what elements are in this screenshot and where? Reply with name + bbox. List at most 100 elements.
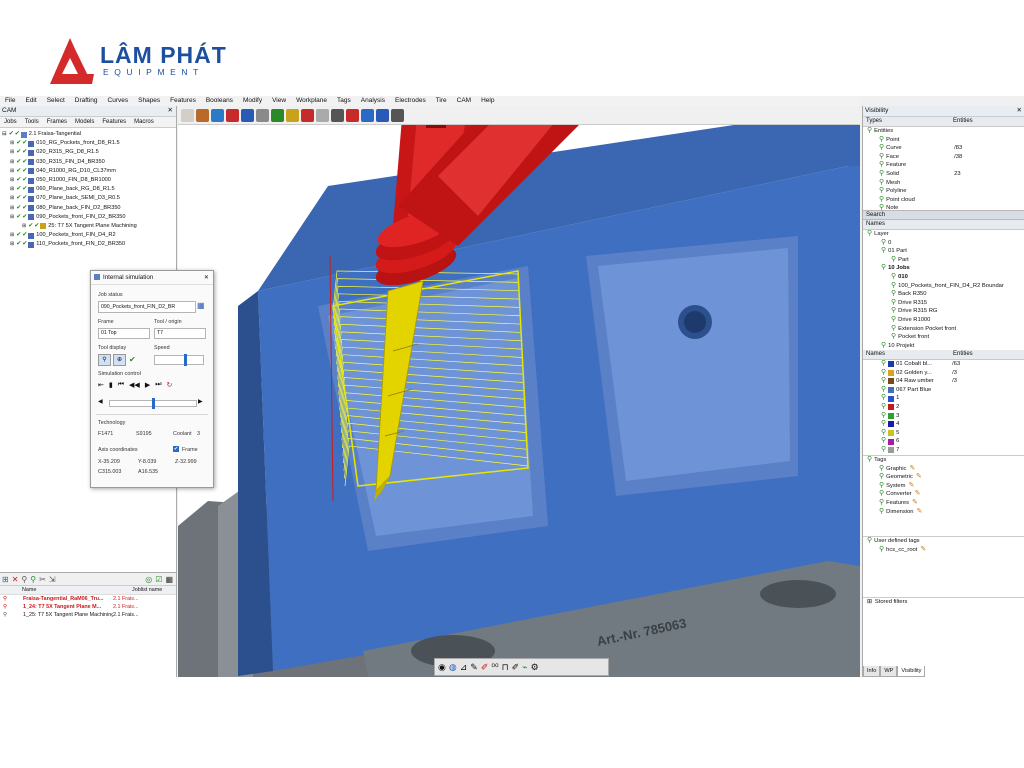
job-list-row[interactable]: ⚲ 1_24: T7 5X Tangent Plane M... 2.1 Frais…	[0, 603, 176, 611]
menu-item-drafting[interactable]: Drafting	[70, 96, 103, 106]
color-row[interactable]: ⚲ 3	[863, 412, 1024, 421]
color-row[interactable]: ⚲ 01 Cobalt bl.../63	[863, 360, 1024, 369]
job-item[interactable]: ⊞ ✔ ✔ 020_R315_RG_D8_R1.5	[2, 148, 176, 157]
add-icon[interactable]: ⊞	[2, 575, 9, 584]
grid-icon[interactable]: ▦	[165, 575, 173, 584]
tag-row[interactable]: ⚲ Dimension ✎	[863, 508, 1024, 517]
expand-icon[interactable]: ⊞	[22, 222, 26, 231]
next-icon[interactable]: ▶	[198, 398, 203, 405]
expand-icon[interactable]: ⊞	[10, 185, 14, 194]
type-row[interactable]: ⚲ Polyline	[863, 187, 1024, 196]
visibility-pin-icon[interactable]: ⚲	[879, 482, 884, 491]
tab-frames[interactable]: Frames	[43, 117, 71, 127]
globe-icon[interactable]: ◎	[145, 575, 152, 584]
visibility-pin-icon[interactable]: ⚲	[881, 342, 886, 350]
visibility-pin-icon[interactable]: ⚲	[867, 230, 872, 239]
menu-item-tire[interactable]: Tire	[431, 96, 452, 106]
check-icon[interactable]: ✔	[16, 176, 21, 185]
job-item[interactable]: ⊞ ✔ ✔ 090_Pockets_front_FIN_D2_BR350	[2, 213, 176, 222]
layer-row[interactable]: ⚲ 010	[863, 273, 1024, 282]
3d-viewport[interactable]: Art.-Nr. 785063 ◉ ◍ ⊿ ✎ ✐ ⁰⁰ ⊓ ✐ ⌁ ⚙	[178, 106, 860, 677]
job-item[interactable]: ⊞ ✔ ✔ 030_R315_FIN_D4_BR350	[2, 158, 176, 167]
tab-jobs[interactable]: Jobs	[0, 117, 21, 127]
visibility-pin-icon[interactable]: ⚲	[881, 437, 886, 446]
visibility-pin-icon[interactable]: ⚲	[867, 127, 872, 136]
tag-row[interactable]: ⚲ Graphic ✎	[863, 465, 1024, 474]
type-row[interactable]: ⚲ Solid 23	[863, 170, 1024, 179]
menu-item-features[interactable]: Features	[165, 96, 201, 106]
edit-icon[interactable]: ✎	[915, 490, 921, 499]
tab-wp[interactable]: WP	[880, 666, 898, 677]
rotate-icon[interactable]	[211, 108, 224, 122]
color-row[interactable]: ⚲ 1	[863, 394, 1024, 403]
progress-slider[interactable]	[109, 398, 197, 409]
visibility-pin-icon[interactable]: ⚲	[881, 247, 886, 256]
check-icon[interactable]: ✔	[22, 194, 27, 203]
globe-icon[interactable]: ◍	[449, 662, 457, 673]
menu-item-modify[interactable]: Modify	[238, 96, 267, 106]
visibility-pin-icon[interactable]: ⚲	[891, 290, 896, 299]
progress-slider-thumb[interactable]	[151, 398, 155, 409]
check-icon[interactable]: ✔	[22, 176, 27, 185]
job-item[interactable]: ⊞ ✔ ✔ 100_Pockets_front_FIN_D4_R2	[2, 231, 176, 240]
edit-icon[interactable]: ✎	[908, 482, 914, 491]
color-row[interactable]: ⚲ 6	[863, 437, 1024, 446]
color-row[interactable]: ⚲ 4	[863, 420, 1024, 429]
color-row[interactable]: ⚲ 02 Golden y.../3	[863, 369, 1024, 378]
visibility-pin-icon[interactable]: ⚲	[879, 153, 884, 162]
tree-root[interactable]: ⊟ ✔ ✔ 2.1 Fraisa-Tangential	[2, 130, 176, 139]
visibility-pin-icon[interactable]: ⚲	[891, 282, 896, 291]
job-item[interactable]: ⊞ ✔ ✔ 110_Pockets_front_FIN_D2_BR350	[2, 240, 176, 249]
edit-icon[interactable]: ✎	[917, 508, 923, 517]
check-icon[interactable]: ✔	[16, 167, 21, 176]
menu-item-help[interactable]: Help	[476, 96, 499, 106]
check-icon[interactable]: ✔	[16, 213, 21, 222]
expand-icon[interactable]: ⊞	[10, 213, 14, 222]
menu-item-edit[interactable]: Edit	[20, 96, 41, 106]
layer-row[interactable]: ⚲ Part	[863, 256, 1024, 265]
filter-icon[interactable]: ⚲	[21, 575, 27, 584]
visibility-pin-icon[interactable]: ⚲	[879, 499, 884, 508]
job-list-row[interactable]: ⚲ Fraisa-Tangential_RaM06_Tru... 2.1 Frais…	[0, 595, 176, 603]
expand-icon[interactable]: ⊞	[10, 231, 14, 240]
delete-icon[interactable]: ✕	[12, 575, 19, 584]
edit-icon[interactable]: ✎	[916, 473, 922, 482]
check-icon[interactable]: ✔	[16, 194, 21, 203]
type-row[interactable]: ⚲ Feature	[863, 161, 1024, 170]
speed-slider-thumb[interactable]	[184, 354, 188, 366]
color-row[interactable]: ⚲ 7	[863, 446, 1024, 455]
visibility-pin-icon[interactable]: ⚲	[891, 325, 896, 334]
expand-icon[interactable]: ⊞	[10, 158, 14, 167]
job-item[interactable]: ⊞ ✔ ✔ 080_Plane_back_FIN_D2_BR350	[2, 204, 176, 213]
check-icon[interactable]: ✔	[22, 148, 27, 157]
text-icon[interactable]	[331, 108, 344, 122]
speed-slider[interactable]	[154, 354, 204, 366]
job-item[interactable]: ⊞ ✔ ✔ 25: T7 5X Tangent Plane Machining	[2, 222, 176, 231]
tab-macros[interactable]: Macros	[130, 117, 158, 127]
tag-row[interactable]: ⚲ Features ✎	[863, 499, 1024, 508]
type-row[interactable]: ⚲ Point	[863, 136, 1024, 145]
visibility-pin-icon[interactable]: ⚲	[881, 360, 886, 369]
menu-item-cam[interactable]: CAM	[452, 96, 476, 106]
tab-info[interactable]: Info	[863, 666, 881, 677]
check-icon[interactable]: ✔	[16, 185, 21, 194]
visibility-pin-icon[interactable]: ⚲	[879, 187, 884, 196]
visibility-pin-icon[interactable]: ⚲	[879, 465, 884, 474]
render-icon[interactable]	[391, 108, 404, 122]
redo-icon[interactable]	[316, 108, 329, 122]
expand-icon[interactable]: ⊞	[10, 148, 14, 157]
visibility-pin-icon[interactable]: ⚲	[867, 456, 872, 465]
visibility-pin-icon[interactable]: ⚲	[881, 420, 886, 429]
visibility-pin-icon[interactable]: ⚲	[891, 256, 896, 265]
type-row[interactable]: ⚲ Point cloud	[863, 196, 1024, 205]
tag-row[interactable]: ⚲ Geometric ✎	[863, 473, 1024, 482]
stored-filters[interactable]: ⊞ Stored filters	[863, 597, 1024, 607]
part-scene[interactable]: Art.-Nr. 785063	[178, 106, 860, 677]
edit-icon[interactable]: ✎	[909, 465, 915, 474]
menu-item-tags[interactable]: Tags	[332, 96, 356, 106]
check-icon[interactable]: ☑	[155, 575, 162, 584]
menu-item-view[interactable]: View	[267, 96, 291, 106]
color-row[interactable]: ⚲ 04 Raw umber/3	[863, 377, 1024, 386]
marker-icon[interactable]: ✐	[481, 662, 489, 673]
visibility-pin-icon[interactable]: ⚲	[891, 333, 896, 342]
